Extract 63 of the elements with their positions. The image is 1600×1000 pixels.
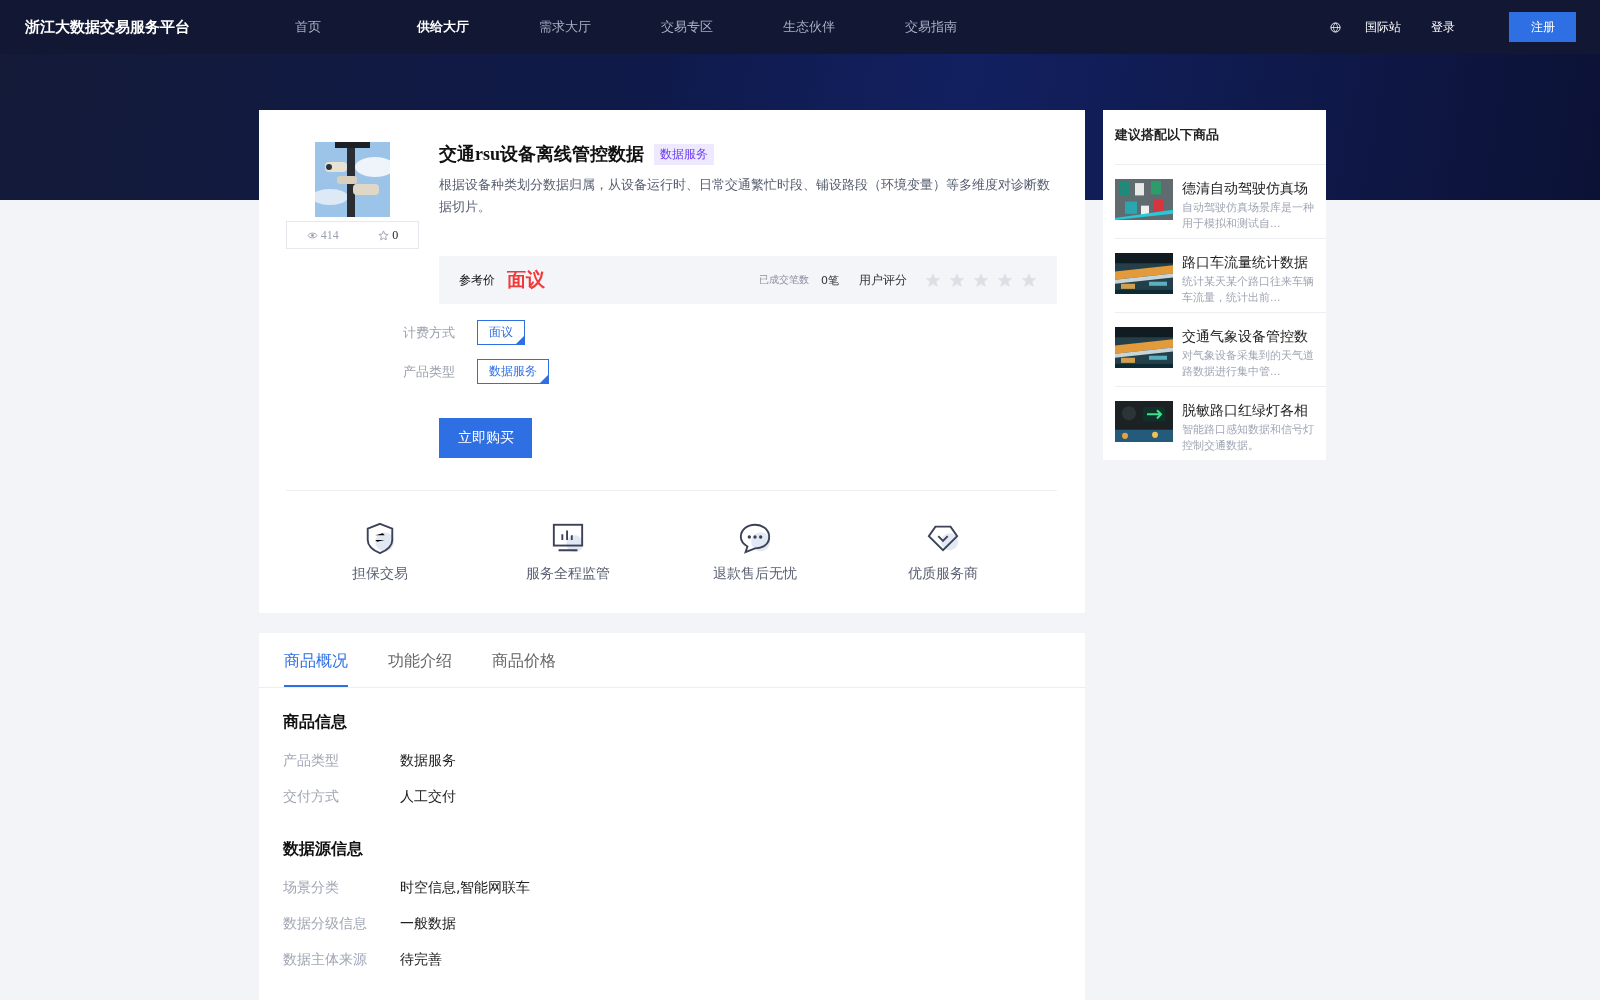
language-link[interactable]: 国际站 — [1365, 18, 1401, 36]
eye-icon — [306, 229, 318, 241]
product-summary: 统计某天某个路口往来车辆车流量，统计出前... — [1182, 274, 1315, 306]
product-name[interactable]: 路口车流量统计数据 — [1182, 253, 1320, 271]
buy-button[interactable]: 立即购买 — [439, 418, 532, 458]
star-icon — [973, 272, 989, 288]
nav-link[interactable]: 需求大厅 — [539, 18, 661, 36]
category-tag: 数据服务 — [654, 143, 714, 165]
section-title: 数据源信息 — [283, 839, 364, 859]
option-chip[interactable]: 面议 — [477, 320, 525, 345]
register-button[interactable]: 注册 — [1509, 12, 1576, 42]
monitor-icon — [550, 521, 585, 555]
field-value: 时空信息,智能网联车 — [400, 879, 531, 897]
field-label: 场景分类 — [283, 879, 340, 897]
field-value: 人工交付 — [400, 788, 456, 806]
tab[interactable]: 功能介绍 — [388, 633, 452, 687]
field-value: 一般数据 — [400, 915, 456, 933]
field-label: 数据分级信息 — [283, 915, 368, 933]
nav-link[interactable]: 交易专区 — [661, 18, 783, 36]
section-title: 商品信息 — [283, 712, 348, 732]
product-name[interactable]: 脱敏路口红绿灯各相 — [1182, 401, 1320, 419]
star-icon — [1021, 272, 1037, 288]
nav-link[interactable]: 首页 — [295, 18, 417, 36]
star-icon — [949, 272, 965, 288]
price-value: 面议 — [507, 267, 546, 292]
view-count: 414 — [320, 227, 339, 243]
tab[interactable]: 商品概况 — [284, 633, 348, 687]
deals-count: 0笔 — [821, 272, 839, 288]
site-logo[interactable]: 浙江大数据交易服务平台 — [25, 17, 295, 37]
field-label: 交付方式 — [283, 788, 340, 806]
product-summary: 智能路口感知数据和信号灯控制交通数据。 — [1182, 422, 1315, 454]
product-title: 交通rsu设备离线管控数据 — [439, 143, 644, 166]
star-icon[interactable] — [378, 229, 390, 241]
option-chip[interactable]: 数据服务 — [477, 359, 549, 384]
field-value: 待完善 — [400, 951, 442, 969]
guarantee-label: 退款售后无忧 — [713, 565, 798, 583]
login-link[interactable]: 登录 — [1425, 17, 1461, 37]
star-icon — [925, 272, 941, 288]
field-value: 数据服务 — [400, 752, 456, 770]
deals-label: 已成交笔数 — [759, 273, 809, 287]
product-summary: 自动驾驶仿真场景库是一种用于模拟和测试自... — [1182, 200, 1315, 232]
field-label: 数据主体来源 — [283, 951, 368, 969]
option-label: 计费方式 — [403, 323, 456, 342]
product-summary: 对气象设备采集到的天气道路数据进行集中管... — [1182, 348, 1315, 380]
favorite-count: 0 — [392, 227, 399, 243]
guarantee-label: 担保交易 — [351, 565, 408, 583]
product-name[interactable]: 德清自动驾驶仿真场 — [1182, 179, 1320, 197]
product-description: 根据设备种类划分数据归属，从设备运行时、日常交通繁忙时段、铺设路段（环境变量）等多维度对诊断数据切片。 — [439, 176, 1051, 216]
guarantee-label: 服务全程监管 — [525, 565, 610, 583]
tab[interactable]: 商品价格 — [492, 633, 556, 687]
nav-link[interactable]: 供给大厅 — [417, 18, 539, 36]
panel-title: 建议搭配以下商品 — [1113, 126, 1220, 144]
speech-bubble-icon — [738, 521, 773, 555]
price-label: 参考价 — [459, 271, 495, 289]
nav-link[interactable]: 交易指南 — [905, 18, 1027, 36]
product-name[interactable]: 交通气象设备管控数 — [1182, 327, 1320, 345]
globe-icon[interactable] — [1330, 21, 1341, 33]
guarantee-label: 优质服务商 — [908, 565, 979, 583]
rating-label: 用户评分 — [859, 271, 907, 289]
field-label: 产品类型 — [283, 752, 340, 770]
option-label: 产品类型 — [403, 362, 456, 381]
nav-link[interactable]: 生态伙伴 — [783, 18, 905, 36]
star-icon — [997, 272, 1013, 288]
